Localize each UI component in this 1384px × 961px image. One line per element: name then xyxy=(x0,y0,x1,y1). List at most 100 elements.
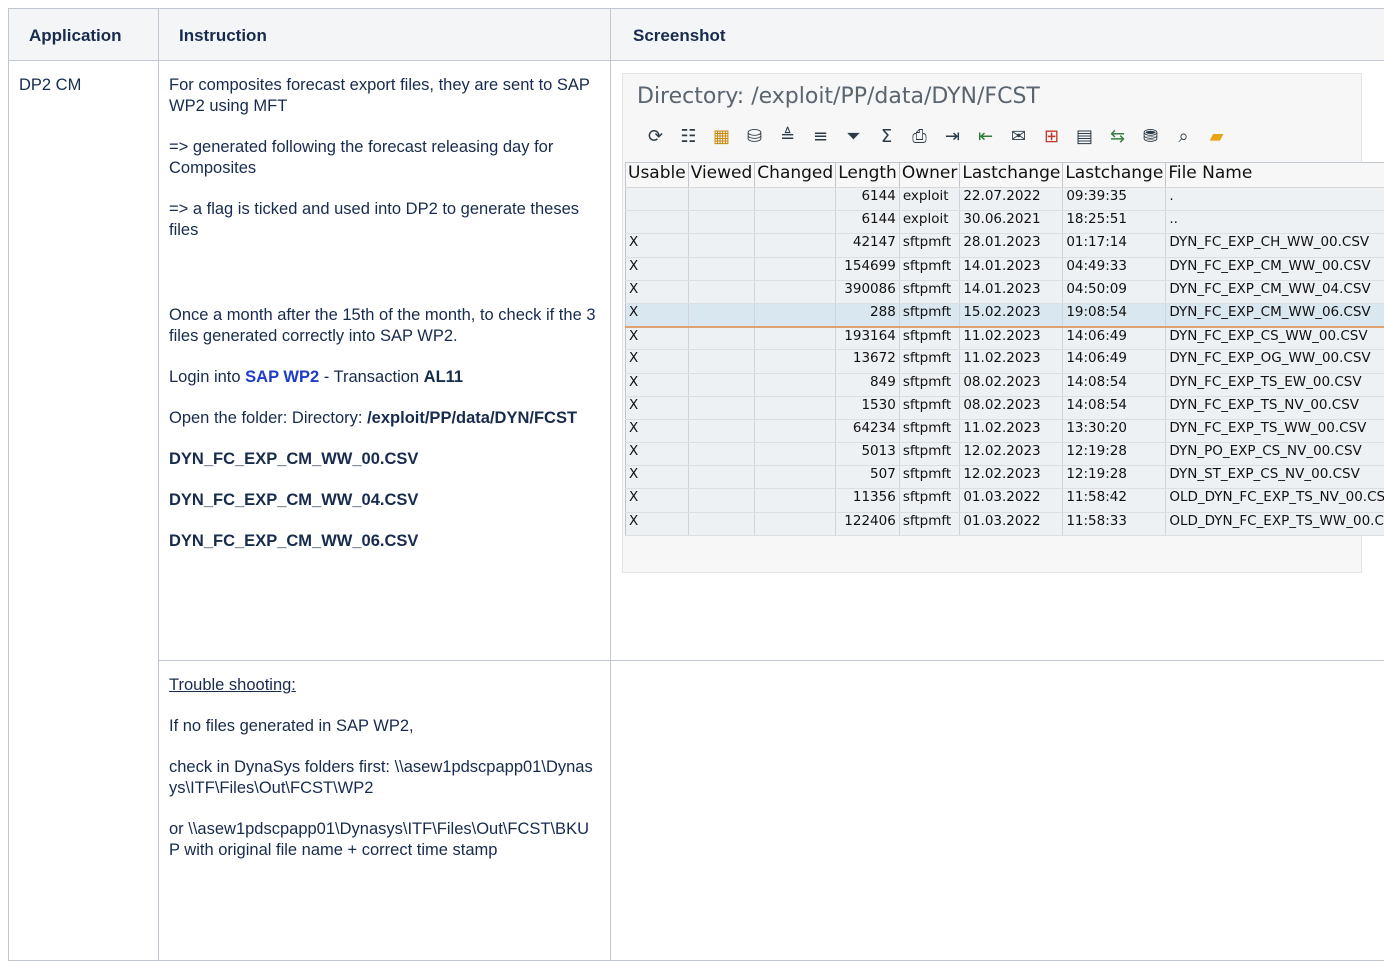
grid-cell-viewed xyxy=(688,419,755,442)
filter-icon[interactable]: ⏷ xyxy=(837,123,870,149)
grid-cell-changed xyxy=(755,512,836,535)
sort-desc-icon[interactable]: ≡ xyxy=(804,123,837,149)
grid-cell-changed xyxy=(755,489,836,512)
grid-cell-time: 01:17:14 xyxy=(1063,234,1166,257)
table-row[interactable]: X507sftpmft12.02.202312:19:28DYN_ST_EXP_… xyxy=(626,466,1384,489)
layout-icon[interactable]: ▦ xyxy=(705,123,738,149)
table-row[interactable]: X1530sftpmft08.02.202314:08:54DYN_FC_EXP… xyxy=(626,396,1384,419)
troubleshooting-text: check in DynaSys folders first: \\asew1p… xyxy=(169,757,598,799)
instruction-table: Application Instruction Screenshot DP2 C… xyxy=(8,8,1384,961)
grid-cell-changed xyxy=(755,280,836,303)
grid-cell-date: 01.03.2022 xyxy=(960,512,1063,535)
grid-cell-owner: sftpmft xyxy=(899,234,960,257)
grid-cell-usable: X xyxy=(626,489,689,512)
import-icon[interactable]: ⇤ xyxy=(969,123,1002,149)
table-row[interactable]: X849sftpmft08.02.202314:08:54DYN_FC_EXP_… xyxy=(626,373,1384,396)
grid-cell-viewed xyxy=(688,466,755,489)
grid-cell-changed xyxy=(755,396,836,419)
refresh-icon[interactable]: ⟳ xyxy=(639,123,672,149)
local-file-icon[interactable]: ▤ xyxy=(1068,123,1101,149)
grid-cell-file: DYN_FC_EXP_TS_WW_00.CSV xyxy=(1166,419,1384,442)
sum-icon[interactable]: Σ xyxy=(870,123,903,149)
table-row[interactable]: X11356sftpmft01.03.202211:58:42OLD_DYN_F… xyxy=(626,489,1384,512)
sap-toolbar: ⟳☷▦⛁≜≡⏷Σ⎙⇥⇤✉⊞▤⇆⛃⌕▰ xyxy=(623,118,1361,154)
grid-cell-date: 08.02.2023 xyxy=(960,396,1063,419)
table-row[interactable]: X122406sftpmft01.03.202211:58:33OLD_DYN_… xyxy=(626,512,1384,535)
grid-cell-time: 14:06:49 xyxy=(1063,350,1166,373)
grid-cell-changed xyxy=(755,350,836,373)
grid-cell-usable: X xyxy=(626,280,689,303)
export-icon[interactable]: ⇥ xyxy=(936,123,969,149)
table-row[interactable]: X193164sftpmft11.02.202314:06:49DYN_FC_E… xyxy=(626,327,1384,350)
troubleshooting-text: or \\asew1pdscpapp01\Dynasys\ITF\Files\O… xyxy=(169,819,598,861)
grid-cell-viewed xyxy=(688,350,755,373)
grid-cell-time: 12:19:28 xyxy=(1063,466,1166,489)
grid-cell-date: 11.02.2023 xyxy=(960,419,1063,442)
grid-cell-file: DYN_FC_EXP_CS_WW_00.CSV xyxy=(1166,327,1384,350)
mail-icon[interactable]: ✉ xyxy=(1002,123,1035,149)
grid-cell-owner: sftpmft xyxy=(899,280,960,303)
grid-cell-owner: exploit xyxy=(899,211,960,234)
grid-cell-changed xyxy=(755,211,836,234)
table-row[interactable]: X390086sftpmft14.01.202304:50:09DYN_FC_E… xyxy=(626,280,1384,303)
grid-cell-changed xyxy=(755,234,836,257)
folder-icon[interactable]: ▰ xyxy=(1200,123,1233,149)
instruction-text: => a flag is ticked and used into DP2 to… xyxy=(169,199,598,241)
transfer-icon[interactable]: ⇆ xyxy=(1101,123,1134,149)
grid-column-header[interactable]: Lastchange xyxy=(960,163,1063,188)
database-icon[interactable]: ⛁ xyxy=(738,123,771,149)
grid-cell-length: 5013 xyxy=(836,443,900,466)
grid-column-header[interactable]: Usable xyxy=(626,163,689,188)
grid-cell-time: 13:30:20 xyxy=(1063,419,1166,442)
table-row[interactable]: X64234sftpmft11.02.202313:30:20DYN_FC_EX… xyxy=(626,419,1384,442)
table-row[interactable]: 6144exploit22.07.202209:39:35. xyxy=(626,188,1384,211)
sort-asc-icon[interactable]: ≜ xyxy=(771,123,804,149)
instruction-text: => generated following the forecast rele… xyxy=(169,137,598,179)
print-icon[interactable]: ⎙ xyxy=(903,123,936,149)
grid-cell-length: 1530 xyxy=(836,396,900,419)
grid-cell-usable xyxy=(626,188,689,211)
grid-cell-length: 6144 xyxy=(836,211,900,234)
grid-cell-changed xyxy=(755,419,836,442)
grid-cell-length: 64234 xyxy=(836,419,900,442)
find-icon[interactable]: ⌕ xyxy=(1167,123,1200,149)
grid-cell-time: 18:25:51 xyxy=(1063,211,1166,234)
grid-cell-owner: sftpmft xyxy=(899,327,960,350)
grid-cell-file: DYN_FC_EXP_CM_WW_00.CSV xyxy=(1166,257,1384,280)
table-row[interactable]: X5013sftpmft12.02.202312:19:28DYN_PO_EXP… xyxy=(626,443,1384,466)
grid-column-header[interactable]: File Name xyxy=(1166,163,1384,188)
database-save-icon[interactable]: ⛃ xyxy=(1134,123,1167,149)
table-row[interactable]: X13672sftpmft11.02.202314:06:49DYN_FC_EX… xyxy=(626,350,1384,373)
table-row[interactable]: 6144exploit30.06.202118:25:51.. xyxy=(626,211,1384,234)
details-icon[interactable]: ☷ xyxy=(672,123,705,149)
grid-cell-viewed xyxy=(688,257,755,280)
grid-column-header[interactable]: Changed xyxy=(755,163,836,188)
grid-cell-file: . xyxy=(1166,188,1384,211)
grid-cell-file: DYN_FC_EXP_CM_WW_06.CSV xyxy=(1166,303,1384,326)
grid-column-header[interactable]: Owner xyxy=(899,163,960,188)
grid-column-header[interactable]: Length xyxy=(836,163,900,188)
grid-cell-owner: sftpmft xyxy=(899,466,960,489)
spreadsheet-icon[interactable]: ⊞ xyxy=(1035,123,1068,149)
grid-column-header[interactable]: Lastchange xyxy=(1063,163,1166,188)
sap-wp2-link[interactable]: SAP WP2 xyxy=(245,368,319,386)
file-name: DYN_FC_EXP_CM_WW_04.CSV xyxy=(169,490,598,511)
grid-cell-length: 507 xyxy=(836,466,900,489)
transaction-code: AL11 xyxy=(424,368,463,386)
grid-cell-owner: sftpmft xyxy=(899,419,960,442)
grid-cell-time: 12:19:28 xyxy=(1063,443,1166,466)
grid-column-header[interactable]: Viewed xyxy=(688,163,755,188)
grid-cell-usable: X xyxy=(626,396,689,419)
grid-cell-usable: X xyxy=(626,443,689,466)
sap-al11-window: Directory: /exploit/PP/data/DYN/FCST ⟳☷▦… xyxy=(622,73,1362,573)
table-row[interactable]: X288sftpmft15.02.202319:08:54DYN_FC_EXP_… xyxy=(626,303,1384,326)
grid-cell-usable: X xyxy=(626,234,689,257)
grid-cell-file: DYN_FC_EXP_CH_WW_00.CSV xyxy=(1166,234,1384,257)
table-row[interactable]: X42147sftpmft28.01.202301:17:14DYN_FC_EX… xyxy=(626,234,1384,257)
grid-cell-time: 14:06:49 xyxy=(1063,327,1166,350)
table-row[interactable]: X154699sftpmft14.01.202304:49:33DYN_FC_E… xyxy=(626,257,1384,280)
grid-cell-changed xyxy=(755,303,836,326)
screenshot-cell: Directory: /exploit/PP/data/DYN/FCST ⟳☷▦… xyxy=(611,61,1384,661)
grid-cell-usable: X xyxy=(626,257,689,280)
grid-cell-time: 09:39:35 xyxy=(1063,188,1166,211)
